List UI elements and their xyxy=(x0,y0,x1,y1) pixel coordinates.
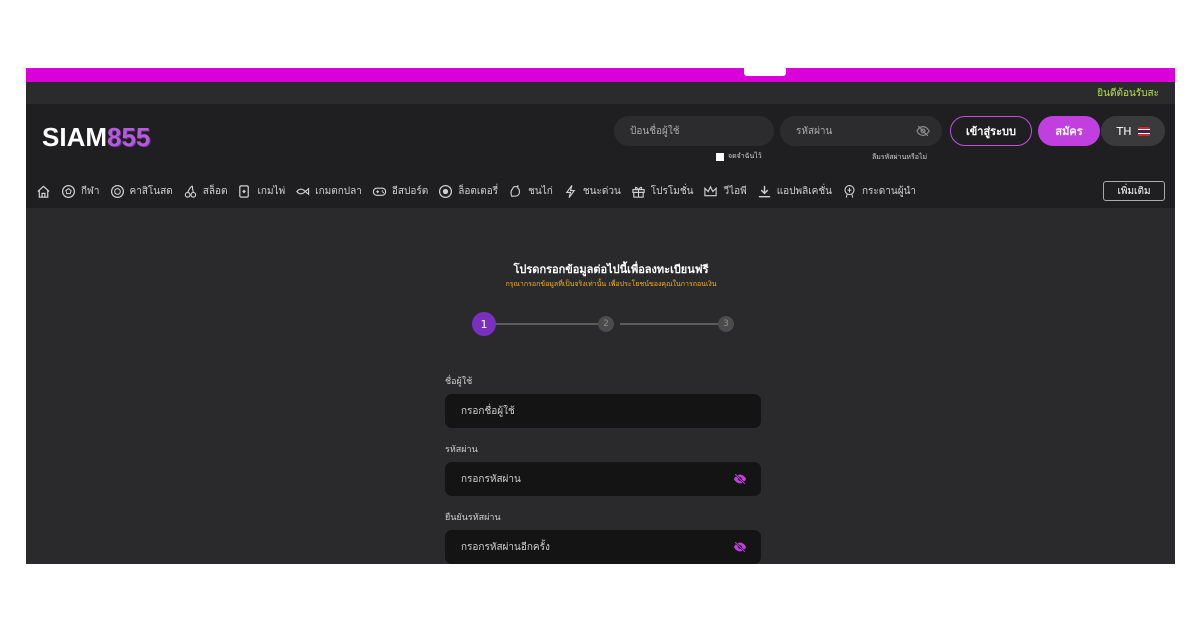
site-logo[interactable]: SIAM 855 xyxy=(42,122,150,152)
logo-number: 855 xyxy=(107,121,151,152)
gift-icon xyxy=(632,186,645,198)
cards-icon xyxy=(239,184,250,198)
header-password-input[interactable]: รหัสผ่าน xyxy=(780,116,942,146)
lightning-icon xyxy=(565,184,576,198)
lottery-ball-icon xyxy=(439,184,453,198)
password-placeholder: กรอกรหัสผ่าน xyxy=(461,473,521,485)
nav-item-lottery[interactable]: ล็อตเตอรี่ xyxy=(438,182,498,200)
header-password-placeholder: รหัสผ่าน xyxy=(796,125,833,137)
step-progress: 1 2 3 xyxy=(472,312,742,336)
nav-item-label: สล็อต xyxy=(202,185,228,197)
nav-item-promotions[interactable]: โปรโมชั่น xyxy=(631,182,694,200)
eye-off-icon[interactable] xyxy=(733,472,747,486)
username-field[interactable]: กรอกชื่อผู้ใช้ xyxy=(445,394,761,428)
step-connector xyxy=(620,323,718,325)
remember-me[interactable]: จดจำฉันไว้ xyxy=(716,151,762,162)
step-2-indicator: 2 xyxy=(598,316,614,332)
form-subtitle: กรุณากรอกข้อมูลที่เป็นจริงเท่านั้น เพื่อ… xyxy=(505,280,717,288)
remember-checkbox[interactable] xyxy=(716,152,724,161)
registration-section: โปรดกรอกข้อมูลต่อไปนี้เพื่อลงทะเบียนฟรี … xyxy=(26,208,1175,564)
nav-item-label: โปรโมชั่น xyxy=(650,185,694,197)
nav-item-label: ล็อตเตอรี่ xyxy=(458,185,499,197)
top-bar-tab xyxy=(744,68,786,76)
logo-text: SIAM xyxy=(42,121,107,152)
forgot-password-link[interactable]: ลืมรหัสผ่านหรือไม่ xyxy=(872,152,927,163)
nav-item-label: อีสปอร์ต xyxy=(391,185,429,197)
nav-item-label: วีไอพี xyxy=(723,185,747,197)
casino-chip-icon xyxy=(110,184,124,198)
eye-off-icon[interactable] xyxy=(916,124,930,138)
nav-item-label: คาสิโนสด xyxy=(129,185,173,197)
cherries-icon xyxy=(184,184,196,198)
confirm-password-placeholder: กรอกรหัสผ่านอีกครั้ง xyxy=(461,541,550,553)
step-1-indicator: 1 xyxy=(472,312,496,336)
main-navigation: กีฬา คาสิโนสด สล็อต เกมไพ่ เกมตกปลา อีสป… xyxy=(26,174,1175,208)
soccer-ball-icon xyxy=(61,184,76,198)
announcement-text: ยินดีต้อนรับสะ xyxy=(1097,88,1159,99)
nav-item-label: แอปพลิเคชั่น xyxy=(776,185,832,197)
nav-item-leaderboard[interactable]: กระดานผู้นำ xyxy=(842,182,916,200)
leaderboard-icon xyxy=(844,184,855,198)
home-icon xyxy=(37,185,50,198)
nav-item-fishing[interactable]: เกมตกปลา xyxy=(295,182,362,200)
nav-item-label: เกมตกปลา xyxy=(315,185,362,197)
step-connector xyxy=(496,323,598,325)
nav-item-label: กีฬา xyxy=(81,185,100,197)
nav-item-label: ชนะด่วน xyxy=(582,185,621,197)
signup-button[interactable]: สมัคร xyxy=(1038,116,1100,146)
username-label: ชื่อผู้ใช้ xyxy=(445,377,473,387)
crown-icon xyxy=(704,185,718,196)
announcement-bar: ยินดีต้อนรับสะ xyxy=(26,82,1175,104)
nav-item-label: เกมไพ่ xyxy=(257,185,286,197)
nav-item-cockfight[interactable]: ชนไก่ xyxy=(508,182,553,200)
password-field[interactable]: กรอกรหัสผ่าน xyxy=(445,462,761,496)
nav-item-label: กระดานผู้นำ xyxy=(861,185,917,197)
nav-item-label: ชนไก่ xyxy=(528,185,553,197)
nav-item-live-casino[interactable]: คาสิโนสด xyxy=(110,182,173,200)
remember-label: จดจำฉันไว้ xyxy=(728,152,762,160)
rooster-icon xyxy=(510,184,521,197)
fish-icon xyxy=(296,186,310,196)
download-icon xyxy=(758,185,770,197)
thai-flag-icon xyxy=(1137,126,1150,136)
nav-item-app[interactable]: แอปพลิเคชั่น xyxy=(757,182,832,200)
nav-item-card-games[interactable]: เกมไพ่ xyxy=(237,182,285,200)
more-button[interactable]: เพิ่มเติม xyxy=(1103,181,1165,201)
nav-item-esports[interactable]: อีสปอร์ต xyxy=(372,182,428,200)
nav-item-slots[interactable]: สล็อต xyxy=(183,182,228,200)
confirm-password-field[interactable]: กรอกรหัสผ่านอีกครั้ง xyxy=(445,530,761,564)
nav-item-vip[interactable]: วีไอพี xyxy=(703,182,747,200)
eye-off-icon[interactable] xyxy=(733,540,747,554)
language-label: TH xyxy=(1116,124,1132,138)
username-placeholder: กรอกชื่อผู้ใช้ xyxy=(461,405,515,417)
top-accent-bar xyxy=(26,68,1175,82)
language-selector[interactable]: TH xyxy=(1101,116,1165,146)
header: SIAM 855 ป้อนชื่อผู้ใช้ รหัสผ่าน จดจำฉันไ… xyxy=(26,104,1175,168)
step-3-indicator: 3 xyxy=(718,316,734,332)
confirm-password-label: ยืนยันรหัสผ่าน xyxy=(445,513,501,523)
nav-item-sports[interactable]: กีฬา xyxy=(61,182,100,200)
form-title: โปรดกรอกข้อมูลต่อไปนี้เพื่อลงทะเบียนฟรี xyxy=(513,263,709,276)
login-button[interactable]: เข้าสู่ระบบ xyxy=(950,116,1032,146)
password-label: รหัสผ่าน xyxy=(445,445,478,455)
app-frame: ยินดีต้อนรับสะ SIAM 855 ป้อนชื่อผู้ใช้ รห… xyxy=(26,68,1175,564)
header-username-input[interactable]: ป้อนชื่อผู้ใช้ xyxy=(614,116,774,146)
gamepad-icon xyxy=(372,187,387,196)
header-username-placeholder: ป้อนชื่อผู้ใช้ xyxy=(630,125,680,137)
nav-item-home[interactable] xyxy=(36,182,51,200)
nav-item-quick-win[interactable]: ชนะด่วน xyxy=(563,182,621,200)
